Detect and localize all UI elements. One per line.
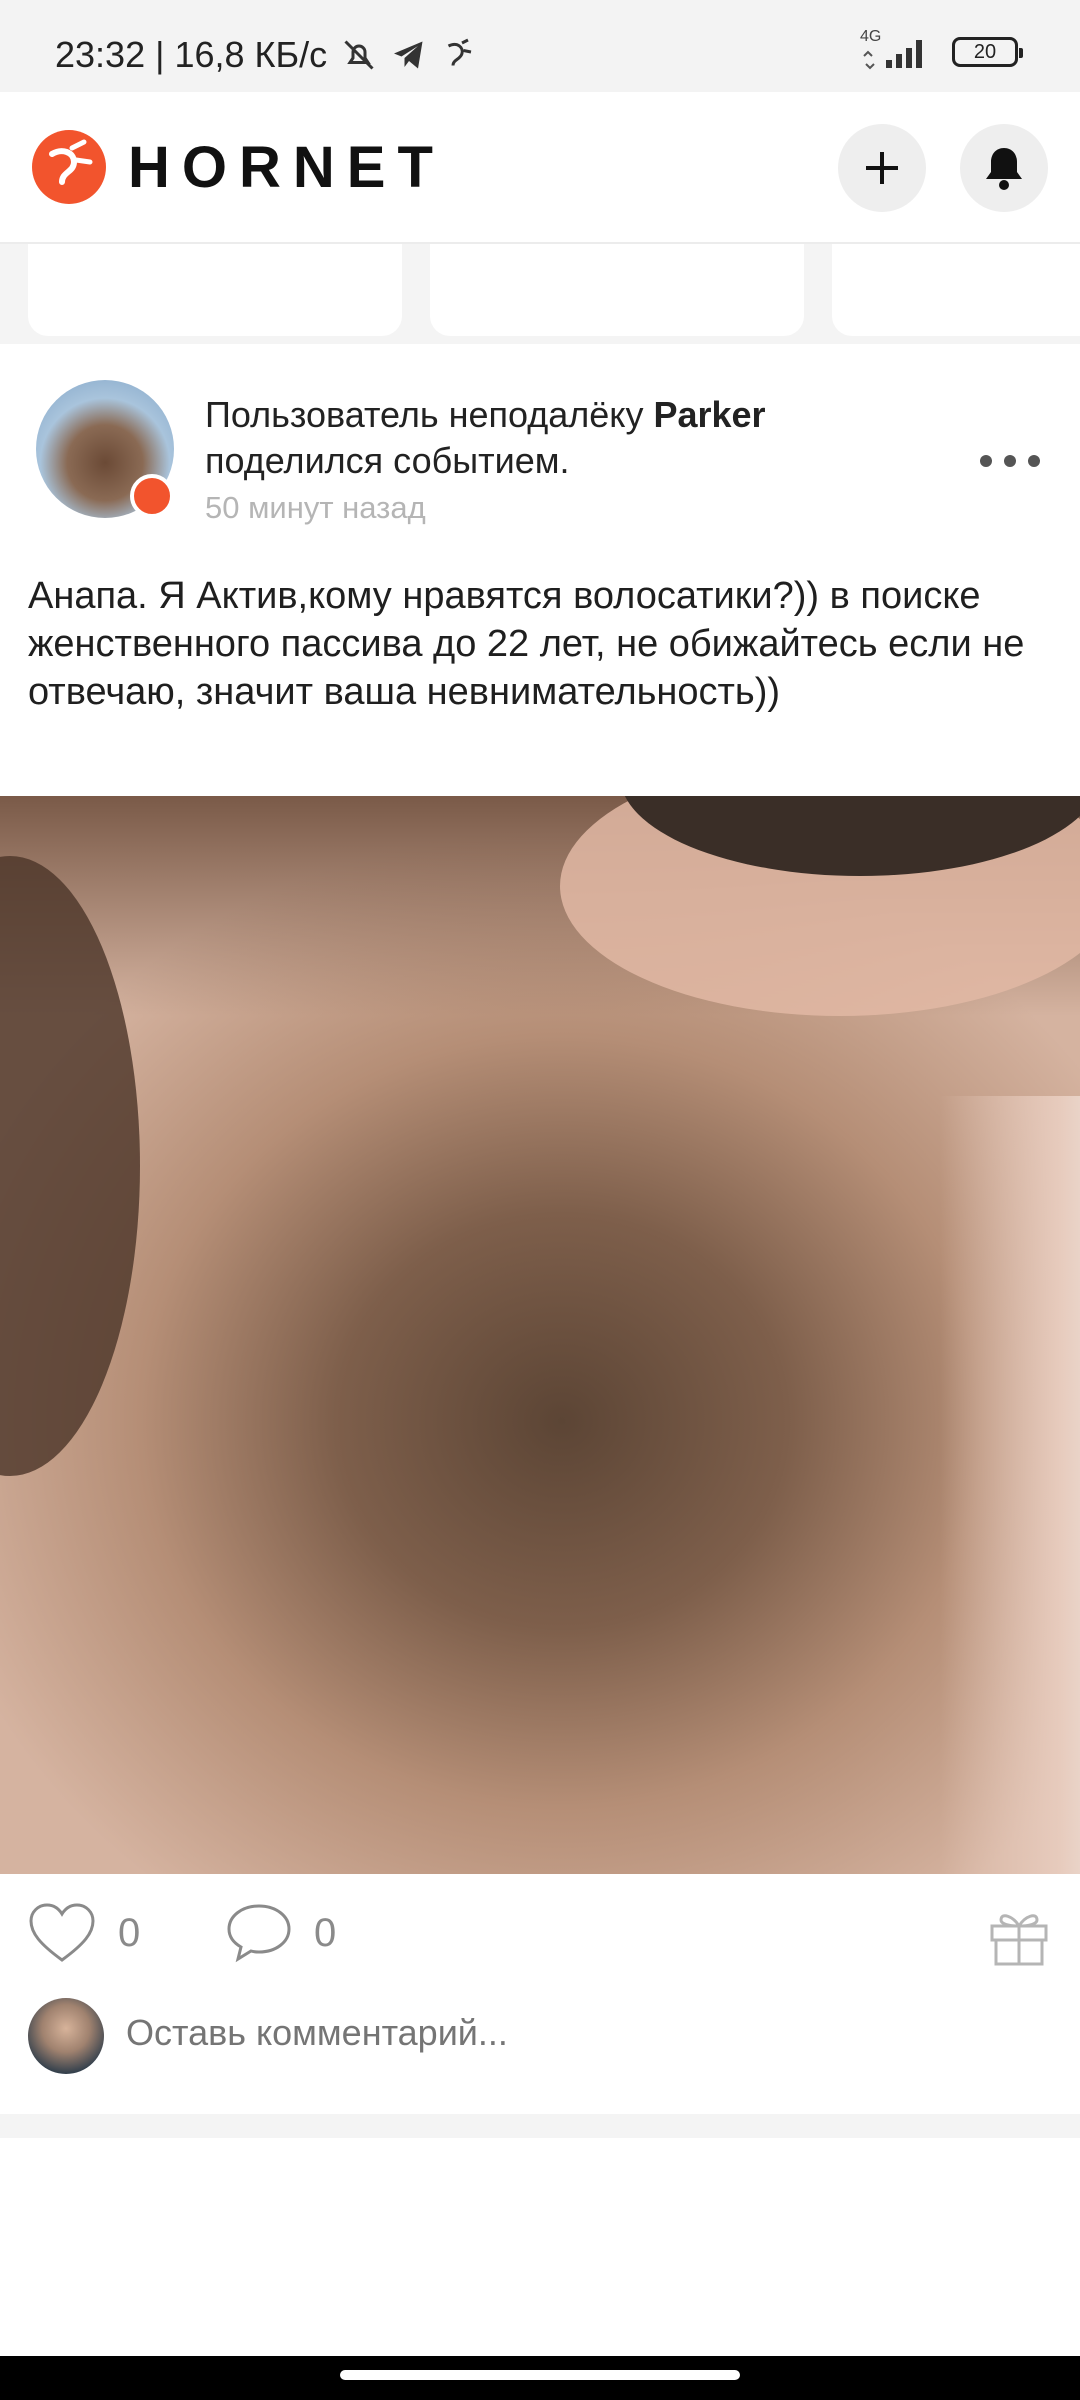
feed-post: Пользователь неподалёку Parker поделился… bbox=[0, 346, 1080, 2114]
gift-icon bbox=[990, 1914, 1048, 1966]
comment-input[interactable] bbox=[126, 2012, 1026, 2054]
mute-icon bbox=[344, 40, 374, 70]
post-head-suffix: поделился событием. bbox=[205, 440, 570, 481]
dot-icon bbox=[980, 455, 992, 467]
status-left: 23:32 | 16,8 КБ/с bbox=[55, 34, 477, 76]
system-nav-bar bbox=[0, 2356, 1080, 2400]
post-head-prefix: Пользователь неподалёку bbox=[205, 394, 654, 435]
carousel-card[interactable] bbox=[430, 244, 804, 336]
carousel-strip bbox=[0, 244, 1080, 344]
status-bar: 23:32 | 16,8 КБ/с 4G 20 bbox=[0, 0, 1080, 92]
like-button[interactable]: 0 bbox=[28, 1902, 140, 1964]
hornet-logo-icon bbox=[32, 130, 106, 204]
post-photo[interactable] bbox=[0, 796, 1080, 1874]
author-avatar[interactable] bbox=[36, 380, 174, 518]
my-avatar bbox=[28, 1998, 104, 2074]
bell-icon bbox=[986, 148, 1022, 190]
carousel-card[interactable] bbox=[832, 244, 1080, 336]
telegram-icon bbox=[394, 41, 423, 69]
post-timestamp: 50 минут назад bbox=[205, 490, 426, 525]
hornet-badge-icon bbox=[130, 474, 174, 518]
dot-icon bbox=[1004, 455, 1016, 467]
comment-count: 0 bbox=[314, 1910, 337, 1955]
carousel-card[interactable] bbox=[28, 244, 402, 336]
author-name[interactable]: Parker bbox=[653, 394, 765, 435]
signal-icon: 4G bbox=[860, 28, 934, 70]
app-header: HORNET bbox=[0, 92, 1080, 244]
hornet-notify-icon bbox=[447, 38, 472, 66]
post-actions: 0 0 bbox=[0, 1902, 1080, 1992]
add-button[interactable] bbox=[838, 124, 926, 212]
comment-composer bbox=[0, 1994, 1080, 2080]
feed-divider bbox=[0, 2114, 1080, 2138]
status-right: 4G 20 bbox=[860, 28, 1023, 70]
gift-button[interactable] bbox=[986, 1902, 1052, 1973]
brand-title: HORNET bbox=[128, 135, 445, 200]
post-body-text: Анапа. Я Актив,кому нравятся волосатики?… bbox=[28, 575, 1025, 713]
dot-icon bbox=[1028, 455, 1040, 467]
battery-level: 20 bbox=[973, 40, 997, 63]
battery-indicator: 20 bbox=[952, 37, 1023, 67]
plus-icon bbox=[866, 152, 898, 184]
more-options-button[interactable] bbox=[980, 446, 1040, 476]
comment-icon bbox=[227, 1904, 291, 1963]
comment-button[interactable]: 0 bbox=[226, 1902, 336, 1964]
like-count: 0 bbox=[118, 1910, 141, 1955]
home-indicator[interactable] bbox=[340, 2370, 740, 2380]
heart-icon bbox=[29, 1903, 95, 1962]
status-time-speed: 23:32 | 16,8 КБ/с bbox=[55, 34, 328, 75]
network-type: 4G bbox=[860, 28, 882, 45]
post-header-text: Пользователь неподалёку Parker поделился… bbox=[205, 392, 905, 484]
notifications-button[interactable] bbox=[960, 124, 1048, 212]
